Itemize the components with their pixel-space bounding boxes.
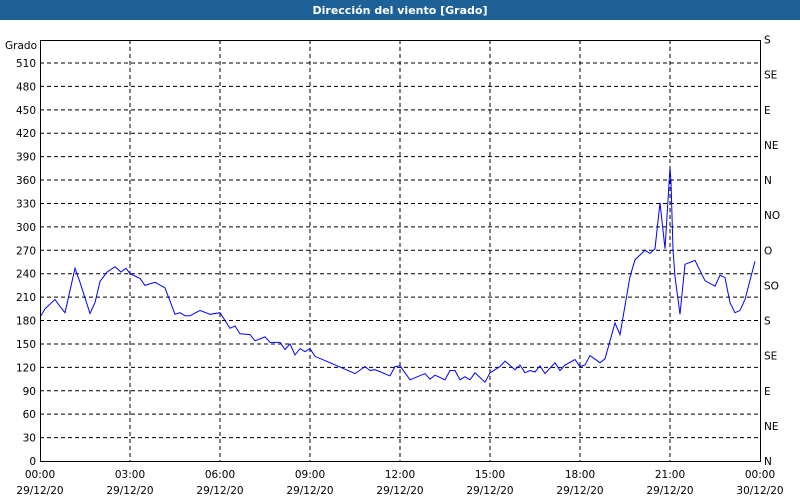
x-tick-time: 15:00 <box>475 469 505 481</box>
y-tick-label: 480 <box>16 81 36 93</box>
y-tick-label: 150 <box>16 339 36 351</box>
right-axis-label: O <box>764 245 772 257</box>
y-tick-label: 120 <box>16 362 36 374</box>
x-tick-time: 00:00 <box>25 469 55 481</box>
y-tick-label: 300 <box>16 222 36 234</box>
wind-direction-chart: 0 30 60 90 120 150 180 210 240 270 300 330 360 390 420… <box>5 35 784 497</box>
right-axis-label: NE <box>764 140 779 152</box>
right-axis-label: NO <box>764 210 780 222</box>
y-tick-label: 330 <box>16 198 36 210</box>
y-tick-label: 450 <box>16 105 36 117</box>
y-tick-label: 240 <box>16 269 36 281</box>
x-tick-time: 06:00 <box>205 469 235 481</box>
x-tick-date: 29/12/20 <box>106 485 153 497</box>
y-tick-label: 30 <box>23 433 36 445</box>
right-axis-label: SO <box>764 280 779 292</box>
x-tick-time: 21:00 <box>655 469 685 481</box>
right-axis-label: N <box>764 175 772 187</box>
x-tick-date: 29/12/20 <box>16 485 63 497</box>
right-axis-label: E <box>764 105 771 117</box>
x-tick-date: 29/12/20 <box>556 485 603 497</box>
right-axis-label: NE <box>764 421 779 433</box>
right-axis-label: N <box>764 456 772 468</box>
right-axis-label: S <box>764 316 771 328</box>
x-tick-time: 18:00 <box>565 469 595 481</box>
y-tick-label: 510 <box>16 58 36 70</box>
x-tick-date: 29/12/20 <box>646 485 693 497</box>
x-tick-time: 09:00 <box>295 469 325 481</box>
y-tick-label: 60 <box>23 409 36 421</box>
x-tick-date: 29/12/20 <box>196 485 243 497</box>
x-tick-time: 03:00 <box>115 469 145 481</box>
y-tick-label: 390 <box>16 152 36 164</box>
y-tick-label: 90 <box>23 386 36 398</box>
y-tick-label: 360 <box>16 175 36 187</box>
x-tick-time: 12:00 <box>385 469 415 481</box>
right-axis-label: SE <box>764 351 777 363</box>
y-axis-label: Grado <box>5 40 37 52</box>
right-axis-label: S <box>764 35 771 47</box>
y-tick-label: 210 <box>16 292 36 304</box>
y-tick-label: 180 <box>16 316 36 328</box>
y-tick-label: 420 <box>16 128 36 140</box>
y-tick-label: 0 <box>29 456 36 468</box>
x-tick-time: 00:00 <box>745 469 775 481</box>
x-tick-date: 29/12/20 <box>286 485 333 497</box>
right-axis-label: SE <box>764 70 777 82</box>
series-line <box>40 167 756 384</box>
x-tick-date: 29/12/20 <box>466 485 513 497</box>
x-tick-date: 29/12/20 <box>376 485 423 497</box>
right-axis-label: E <box>764 386 771 398</box>
y-tick-label: 270 <box>16 245 36 257</box>
x-tick-date: 30/12/20 <box>736 485 783 497</box>
